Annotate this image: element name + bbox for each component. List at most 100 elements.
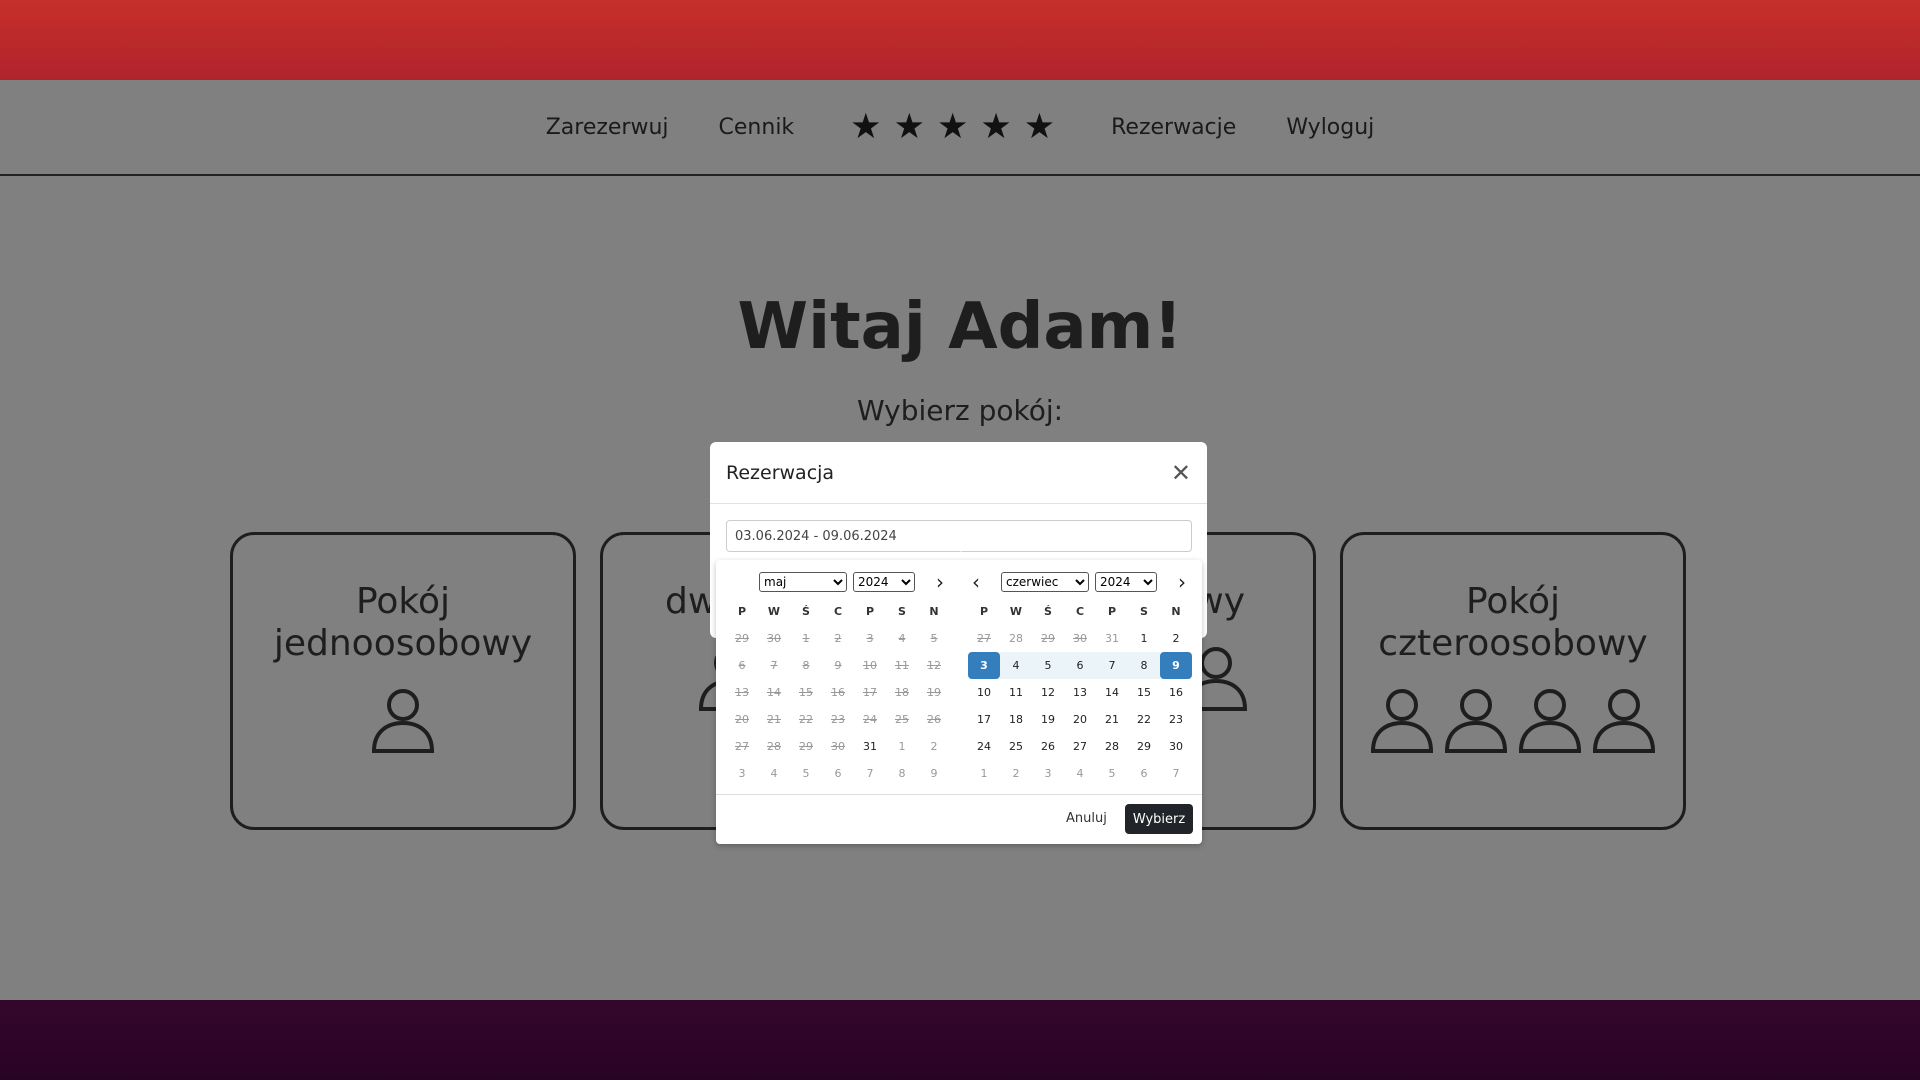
calendar-day: 29 [735, 632, 749, 645]
calendar-day: 8 [802, 659, 810, 672]
weekday-header: P [1107, 605, 1117, 618]
calendar-day: 27 [977, 632, 991, 645]
calendar-day[interactable]: 5 [790, 760, 822, 787]
calendar-day[interactable]: 2 [918, 733, 950, 760]
calendar-day[interactable]: 1 [1128, 625, 1160, 652]
calendar-day[interactable]: 21 [1096, 706, 1128, 733]
nav-link-rezerwacje[interactable]: Rezerwacje [1111, 115, 1236, 140]
star-icon: ★ [980, 106, 1012, 147]
star-icon: ★ [936, 106, 969, 147]
calendar-day[interactable]: 18 [1000, 706, 1032, 733]
calendar-day[interactable]: 6 [1064, 652, 1096, 679]
calendar-day[interactable]: 7 [1160, 760, 1192, 787]
weekday-header: P [865, 605, 875, 618]
calendar-day[interactable]: 1 [968, 760, 1000, 787]
calendar-day[interactable]: 31 [854, 733, 886, 760]
room-card-quad[interactable]: Pokój czteroosobowy [1340, 532, 1686, 830]
nav-link-wyloguj[interactable]: Wyloguj [1286, 115, 1374, 140]
calendar-day[interactable]: 26 [1032, 733, 1064, 760]
calendar-day: 11 [895, 659, 909, 672]
calendar-day[interactable]: 28 [1096, 733, 1128, 760]
year-select[interactable]: 2024 [853, 572, 915, 592]
calendar-day[interactable]: 7 [1096, 652, 1128, 679]
calendar-day[interactable]: 3 [968, 652, 1000, 679]
calendar-day: 17 [863, 686, 877, 699]
calendar-day[interactable]: 3 [726, 760, 758, 787]
calendar-day: 23 [831, 713, 845, 726]
chevron-left-icon[interactable]: ‹ [972, 570, 980, 594]
calendar-day[interactable]: 6 [822, 760, 854, 787]
chevron-right-icon[interactable]: › [936, 570, 944, 594]
calendar-day[interactable]: 7 [854, 760, 886, 787]
year-select[interactable]: 2024 [1095, 572, 1157, 592]
calendar-day[interactable]: 16 [1160, 679, 1192, 706]
cancel-button[interactable]: Anuluj [1062, 806, 1111, 831]
calendar-day[interactable]: 29 [1128, 733, 1160, 760]
calendar-day[interactable]: 5 [1032, 652, 1064, 679]
calendar-day: 28 [767, 740, 781, 753]
calendar-day: 19 [927, 686, 941, 699]
calendar-day[interactable]: 1 [886, 733, 918, 760]
weekday-header: N [1171, 605, 1181, 618]
chevron-right-icon[interactable]: › [1178, 570, 1186, 594]
calendar-day: 22 [799, 713, 813, 726]
calendar-day: 26 [927, 713, 941, 726]
calendar-day: 18 [895, 686, 909, 699]
month-select[interactable]: maj [759, 572, 847, 592]
month-select[interactable]: czerwiec [1001, 572, 1089, 592]
calendar-day[interactable]: 15 [1128, 679, 1160, 706]
calendar-day[interactable]: 8 [886, 760, 918, 787]
nav-link-zarezerwuj[interactable]: Zarezerwuj [546, 115, 669, 140]
calendar-day[interactable]: 12 [1032, 679, 1064, 706]
calendar-day[interactable]: 2 [1000, 760, 1032, 787]
apply-button[interactable]: Wybierz [1125, 804, 1193, 834]
calendar-day[interactable]: 24 [968, 733, 1000, 760]
main-navbar: Zarezerwuj Cennik ★ ★ ★ ★ ★ Rezerwacje W… [0, 80, 1920, 176]
calendar-day[interactable]: 13 [1064, 679, 1096, 706]
calendar-day[interactable]: 17 [968, 706, 1000, 733]
calendar-day[interactable]: 14 [1096, 679, 1128, 706]
calendar-day[interactable]: 4 [1000, 652, 1032, 679]
calendar-day[interactable]: 4 [758, 760, 790, 787]
calendar-left: maj 2024 › P W Ś C P S N 29 30 1 2 3 4 5 6 7 8 9 10 11 12 13 1… [726, 570, 948, 787]
calendar-day[interactable]: 6 [1128, 760, 1160, 787]
calendar-right: ‹ czerwiec 2024 › P W Ś C P S N 27 28 29 30 31 1 2 3 4 5… [968, 570, 1192, 787]
calendar-day: 20 [735, 713, 749, 726]
calendar-day[interactable]: 5 [1096, 760, 1128, 787]
calendar-day: 6 [738, 659, 746, 672]
weekday-header: P [979, 605, 989, 618]
date-range-input[interactable] [726, 520, 1192, 552]
calendar-day[interactable]: 27 [1064, 733, 1096, 760]
calendar-day[interactable]: 10 [968, 679, 1000, 706]
calendar-day[interactable]: 22 [1128, 706, 1160, 733]
calendar-day[interactable]: 2 [1160, 625, 1192, 652]
calendar-day: 25 [895, 713, 909, 726]
calendar-day[interactable]: 30 [1160, 733, 1192, 760]
calendar-day[interactable]: 9 [918, 760, 950, 787]
calendar-day[interactable]: 23 [1160, 706, 1192, 733]
calendar-day[interactable]: 31 [1096, 625, 1128, 652]
calendar-day[interactable]: 19 [1032, 706, 1064, 733]
page-subtitle: Wybierz pokój: [856, 394, 1064, 427]
room-card-single[interactable]: Pokój jednoosobowy [230, 532, 576, 830]
weekday-header: C [1075, 605, 1085, 618]
person-icon [371, 689, 435, 753]
calendar-day: 12 [927, 659, 941, 672]
calendar-day: 3 [866, 632, 874, 645]
calendar-day[interactable]: 9 [1160, 652, 1192, 679]
calendar-day[interactable]: 4 [1064, 760, 1096, 787]
calendar-day[interactable]: 25 [1000, 733, 1032, 760]
calendar-day: 13 [735, 686, 749, 699]
calendar-day: 7 [770, 659, 778, 672]
modal-title: Rezerwacja [726, 461, 835, 484]
weekday-header: N [929, 605, 939, 618]
star-icon: ★ [850, 106, 882, 147]
calendar-day: 30 [767, 632, 781, 645]
calendar-day[interactable]: 3 [1032, 760, 1064, 787]
calendar-day[interactable]: 28 [1000, 625, 1032, 652]
calendar-day[interactable]: 8 [1128, 652, 1160, 679]
calendar-day[interactable]: 11 [1000, 679, 1032, 706]
close-icon[interactable]: ✕ [1171, 459, 1191, 487]
calendar-day[interactable]: 20 [1064, 706, 1096, 733]
nav-link-cennik[interactable]: Cennik [719, 115, 795, 140]
